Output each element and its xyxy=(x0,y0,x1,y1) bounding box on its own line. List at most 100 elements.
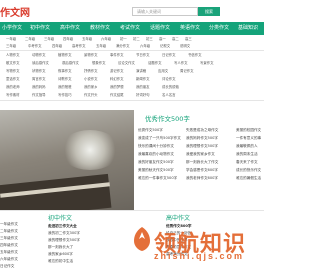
category-link[interactable]: 好词好句 xyxy=(136,92,150,98)
category-link[interactable]: 六年级 xyxy=(140,43,150,49)
category-link[interactable]: 动物作文 xyxy=(32,52,46,58)
category-link[interactable]: 说明文 xyxy=(180,43,190,49)
category-link[interactable]: 状物作文 xyxy=(32,68,46,74)
list-item[interactable]: 学会感恩作文600字 xyxy=(186,168,218,173)
list-item[interactable]: 我的家乡600字 xyxy=(48,252,80,257)
category-link[interactable]: 童话作文 xyxy=(6,76,20,82)
category-link[interactable]: 我的老师 xyxy=(6,84,20,90)
list-item[interactable]: 成长的快乐作文 xyxy=(236,168,261,173)
category-link[interactable]: 名人名言 xyxy=(162,92,176,98)
category-link[interactable]: 小说作文 xyxy=(84,76,98,82)
list-item[interactable]: 日记作文 xyxy=(0,264,18,269)
list-item[interactable]: 一件有意义的事 xyxy=(236,136,261,141)
category-link[interactable]: 五年级 xyxy=(96,43,106,49)
category-link[interactable]: 写作素材 xyxy=(6,92,20,98)
list-item[interactable]: 三年级作文 xyxy=(0,236,18,241)
nav-item[interactable]: 小学作文 xyxy=(2,22,22,35)
category-link[interactable]: 诗歌作文 xyxy=(58,76,72,82)
nav-item[interactable]: 教材作文 xyxy=(90,22,110,35)
category-link[interactable]: 周记作文 xyxy=(180,68,194,74)
category-link[interactable]: 散文作文 xyxy=(6,60,20,66)
nav-item[interactable]: 分类作文 xyxy=(209,22,229,35)
list-item[interactable]: 四年级作文 xyxy=(0,243,18,248)
list-item[interactable]: 美丽的秋天作文500字 xyxy=(138,168,181,173)
list-item[interactable]: 六年级作文 xyxy=(0,257,18,262)
category-link[interactable]: 五年级 xyxy=(82,36,92,42)
category-link[interactable]: 话题作文 xyxy=(148,60,162,66)
category-link[interactable]: 我的朋友 xyxy=(136,84,150,90)
list-item[interactable]: 我的理想作文500字 xyxy=(48,238,80,243)
category-link[interactable]: 中考作文 xyxy=(28,43,42,49)
category-link[interactable]: 写人作文 xyxy=(174,60,188,66)
category-link[interactable]: 观后感作文 xyxy=(62,60,79,66)
nav-item[interactable]: 考试作文 xyxy=(120,22,140,35)
list-item[interactable]: 一年级作文 xyxy=(0,222,18,227)
category-link[interactable]: 作文指导 xyxy=(32,92,46,98)
nav-item[interactable]: 英语作文 xyxy=(180,22,200,35)
list-item[interactable]: 美丽的校园作文 xyxy=(236,128,261,133)
nav-item[interactable]: 初中作文 xyxy=(30,22,50,35)
list-item[interactable]: 走进初三作文大全 xyxy=(48,224,80,229)
category-link[interactable]: 评论作文 xyxy=(162,76,176,82)
list-item[interactable]: 失败是成功之母作文 xyxy=(186,128,218,133)
category-link[interactable]: 科幻作文 xyxy=(110,76,124,82)
list-item[interactable]: 我变成了一只鸟500字作文 xyxy=(138,136,181,141)
middle-section-title[interactable]: 初中作文 xyxy=(48,213,72,222)
category-link[interactable]: 游记作文 xyxy=(110,68,124,74)
category-link[interactable]: 叙事作文 xyxy=(58,68,72,74)
category-link[interactable]: 一年级 xyxy=(6,36,16,42)
category-link[interactable]: 初三 xyxy=(146,36,153,42)
category-link[interactable]: 抒情作文 xyxy=(84,68,98,74)
category-link[interactable]: 作文结尾 xyxy=(110,92,124,98)
category-link[interactable]: 初一 xyxy=(120,36,127,42)
category-link[interactable]: 景物作文 xyxy=(84,52,98,58)
list-item[interactable]: 我最敬佩的人 xyxy=(236,144,261,149)
search-button[interactable]: 搜索 xyxy=(198,7,220,16)
category-link[interactable]: 写作技巧 xyxy=(58,92,72,98)
category-link[interactable]: 我的爸爸 xyxy=(58,84,72,90)
category-link[interactable]: 人物作文 xyxy=(6,52,20,58)
list-item[interactable]: 优秀作文500字 xyxy=(138,128,181,133)
category-link[interactable]: 满分作文 xyxy=(116,43,130,49)
category-link[interactable]: 写物作文 xyxy=(6,68,20,74)
list-item[interactable]: 快乐的课间十分钟作文 xyxy=(138,144,181,149)
category-link[interactable]: 高考作文 xyxy=(72,43,86,49)
list-item[interactable]: 那一刻我长大了作文 xyxy=(186,160,218,165)
category-link[interactable]: 记叙文 xyxy=(160,43,170,49)
list-item[interactable]: 难忘的一件事作文500字 xyxy=(138,176,181,181)
list-item[interactable]: 我的理想作文500字 xyxy=(186,144,218,149)
category-link[interactable]: 四年级 xyxy=(52,43,62,49)
category-link[interactable]: 我的妈妈 xyxy=(32,84,46,90)
list-item[interactable]: 我的妈妈作文500字 xyxy=(186,136,218,141)
category-link[interactable]: 四年级 xyxy=(63,36,73,42)
category-link[interactable]: 三年级 xyxy=(44,36,54,42)
category-link[interactable]: 节日作文 xyxy=(136,52,150,58)
category-link[interactable]: 高二 xyxy=(172,36,179,42)
list-item[interactable]: 我最喜欢的小动物作文 xyxy=(138,152,181,157)
category-link[interactable]: 写景作文 xyxy=(200,60,214,66)
list-item[interactable]: 我爱我的家乡作文 xyxy=(186,152,218,157)
category-link[interactable]: 新闻作文 xyxy=(136,76,150,82)
category-link[interactable]: 想象作文 xyxy=(92,60,106,66)
category-link[interactable]: 议论文作文 xyxy=(118,60,135,66)
featured-title[interactable]: 优秀作文500字 xyxy=(145,113,190,123)
category-link[interactable]: 读后感作文 xyxy=(32,60,49,66)
list-item[interactable]: 春天来了作文 xyxy=(236,160,261,165)
list-item[interactable]: 那一刻我长大了 xyxy=(48,245,80,250)
category-link[interactable]: 六年级 xyxy=(101,36,111,42)
category-link[interactable]: 事件作文 xyxy=(110,52,124,58)
site-logo[interactable]: 作文网 xyxy=(0,4,30,19)
nav-item[interactable]: 基础知识 xyxy=(238,22,258,35)
list-item[interactable]: 我的初二作文300字 xyxy=(48,231,80,236)
category-link[interactable]: 日记作文 xyxy=(162,52,176,58)
category-link[interactable]: 植物作文 xyxy=(58,52,72,58)
nav-item[interactable]: 高中作文 xyxy=(60,22,80,35)
category-link[interactable]: 二年级 xyxy=(25,36,35,42)
list-item[interactable]: 二年级作文 xyxy=(0,229,18,234)
category-link[interactable]: 初二 xyxy=(133,36,140,42)
category-link[interactable]: 我的家乡 xyxy=(84,84,98,90)
category-link[interactable]: 作文开头 xyxy=(84,92,98,98)
list-item[interactable]: 我的好朋友作文500字 xyxy=(138,160,181,165)
list-item[interactable]: 难忘的暑假生活 xyxy=(236,176,261,181)
list-item[interactable]: 难忘的初中生活 xyxy=(48,259,80,264)
